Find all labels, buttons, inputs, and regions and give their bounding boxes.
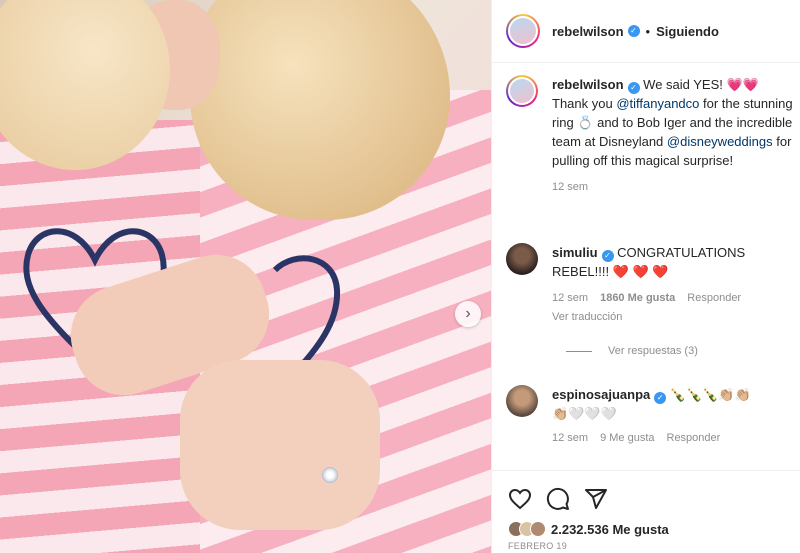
view-replies-label[interactable]: Ver respuestas (3) <box>608 345 698 357</box>
comment-meta: 12 sem 9 Me gusta Responder <box>552 429 796 448</box>
verified-icon: ✓ <box>601 250 614 262</box>
comment-avatar[interactable] <box>506 243 538 275</box>
divider <box>566 350 592 352</box>
caption: rebelwilson ✓ We said YES! 💗💗 Thank you @… <box>506 75 798 197</box>
avatar <box>530 521 546 537</box>
mention-link[interactable]: @tiffanyandco <box>616 96 699 111</box>
post-photo[interactable]: › <box>0 0 491 553</box>
likes-row: 2.232.536 Me gusta <box>508 521 785 537</box>
comment: simuliu ✓ CONGRATULATIONS REBEL!!!! ❤️ ❤️… <box>506 243 796 327</box>
post-actions: 2.232.536 Me gusta FEBRERO 19 <box>492 470 800 551</box>
mention-link[interactable]: @disneyweddings <box>667 134 773 149</box>
comment-avatar[interactable] <box>506 385 538 417</box>
translate-link[interactable]: Ver traducción <box>552 308 796 327</box>
comment-emoji: 🍾🍾🍾👏🏼👏🏼 <box>669 387 751 402</box>
comment-time[interactable]: 12 sem <box>552 432 588 444</box>
caption-emoji: 💗💗 <box>726 77 759 92</box>
follow-button[interactable]: Siguiendo <box>656 24 719 39</box>
comment-emoji: ❤️ ❤️ ❤️ <box>612 264 669 279</box>
action-icons <box>508 485 785 513</box>
reply-button[interactable]: Responder <box>687 292 741 304</box>
header-username[interactable]: rebelwilson <box>552 24 624 39</box>
comment: espinosajuanpa ✓ 🍾🍾🍾👏🏼👏🏼 👏🏼🤍🤍🤍 12 sem 9 Me… <box>506 385 796 448</box>
ring <box>322 467 338 483</box>
avatar[interactable] <box>506 14 540 48</box>
caption-time[interactable]: 12 sem <box>552 178 796 197</box>
post-side-panel: rebelwilson ✓ • Siguiendo rebelwilson ✓ W… <box>491 0 800 553</box>
comment-username[interactable]: simuliu <box>552 245 598 260</box>
like-count[interactable]: 2.232.536 Me gusta <box>551 522 669 537</box>
post-date[interactable]: FEBRERO 19 <box>508 541 785 551</box>
share-icon[interactable] <box>584 487 608 511</box>
chevron-right-icon: › <box>465 305 471 322</box>
comment-time[interactable]: 12 sem <box>552 292 588 304</box>
verified-icon: ✓ <box>627 25 640 37</box>
hand-bottom <box>180 360 380 530</box>
caption-text: Thank you <box>552 96 617 111</box>
reply-button[interactable]: Responder <box>667 432 721 444</box>
caption-username[interactable]: rebelwilson <box>552 77 624 92</box>
separator-dot: • <box>645 23 651 39</box>
verified-icon: ✓ <box>654 392 667 404</box>
comment-icon[interactable] <box>546 487 570 511</box>
caption-emoji: 💍 <box>577 115 594 130</box>
view-replies[interactable]: Ver respuestas (3) <box>566 345 698 357</box>
verified-icon: ✓ <box>627 82 640 94</box>
comment-likes[interactable]: 9 Me gusta <box>600 432 654 444</box>
comment-likes[interactable]: 1860 Me gusta <box>600 292 675 304</box>
post-header: rebelwilson ✓ • Siguiendo <box>492 0 800 63</box>
comment-username[interactable]: espinosajuanpa <box>552 387 650 402</box>
comment-emoji: 👏🏼🤍🤍🤍 <box>552 406 617 421</box>
comment-meta: 12 sem 1860 Me gusta Responder <box>552 289 796 308</box>
caption-avatar[interactable] <box>506 75 538 107</box>
caption-text: We said YES! <box>643 77 727 92</box>
next-photo-button[interactable]: › <box>455 301 481 327</box>
heart-icon[interactable] <box>508 487 532 511</box>
